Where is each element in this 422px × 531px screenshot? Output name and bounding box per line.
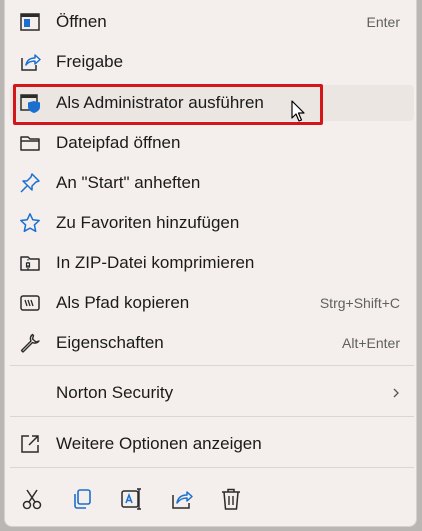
menu-item-share[interactable]: Freigabe <box>10 44 414 80</box>
menu-item-label: Als Pfad kopieren <box>56 293 190 312</box>
mouse-cursor-icon <box>291 100 305 122</box>
rename-button[interactable] <box>118 485 146 513</box>
menu-separator <box>10 365 414 366</box>
context-menu: Öffnen Enter Freigabe Als Administrator … <box>4 0 417 527</box>
menu-item-open-file-location[interactable]: Dateipfad öffnen <box>10 125 414 161</box>
menu-item-shortcut: Alt+Enter <box>342 335 400 351</box>
share-icon <box>21 54 41 71</box>
copy-path-icon <box>20 295 40 311</box>
rename-icon <box>121 488 141 510</box>
external-link-icon <box>21 435 39 453</box>
cut-icon <box>22 489 42 510</box>
annotation-highlight-box <box>13 84 323 125</box>
menu-item-label: Dateipfad öffnen <box>56 133 181 152</box>
menu-item-shortcut: Enter <box>366 14 400 30</box>
menu-item-open[interactable]: Öffnen Enter <box>10 4 414 40</box>
menu-item-copy-as-path[interactable]: Als Pfad kopieren Strg+Shift+C <box>10 285 414 321</box>
share-button[interactable] <box>168 485 196 513</box>
menu-item-label: Zu Favoriten hinzufügen <box>56 213 240 232</box>
menu-separator <box>10 416 414 417</box>
zip-folder-icon <box>20 256 40 271</box>
menu-item-pin-to-start[interactable]: An "Start" anheften <box>10 165 414 201</box>
open-window-icon <box>20 13 40 31</box>
star-icon <box>20 213 40 233</box>
menu-item-label: Öffnen <box>56 12 107 31</box>
menu-item-label: Freigabe <box>56 52 124 71</box>
menu-item-compress-to-zip[interactable]: In ZIP-Datei komprimieren <box>10 245 414 281</box>
menu-item-label: In ZIP-Datei komprimieren <box>56 253 255 272</box>
delete-icon <box>222 488 240 510</box>
menu-item-label: An "Start" anheften <box>56 173 201 192</box>
share-icon <box>172 491 193 509</box>
menu-item-show-more-options[interactable]: Weitere Optionen anzeigen <box>10 426 414 462</box>
menu-item-label: Weitere Optionen anzeigen <box>56 434 262 453</box>
folder-icon <box>20 136 40 151</box>
menu-item-add-to-favorites[interactable]: Zu Favoriten hinzufügen <box>10 205 414 241</box>
cut-button[interactable] <box>18 485 46 513</box>
menu-item-properties[interactable]: Eigenschaften Alt+Enter <box>10 325 414 361</box>
chevron-right-icon <box>393 388 399 398</box>
wrench-icon <box>20 333 40 353</box>
menu-item-shortcut: Strg+Shift+C <box>319 295 400 311</box>
menu-item-label: Norton Security <box>56 383 174 402</box>
menu-item-norton-security[interactable]: Norton Security <box>10 375 414 411</box>
delete-button[interactable] <box>217 485 245 513</box>
menu-separator <box>10 467 414 468</box>
copy-button[interactable] <box>68 485 96 513</box>
copy-icon <box>74 489 91 509</box>
pin-icon <box>20 173 40 193</box>
menu-item-label: Eigenschaften <box>56 333 164 352</box>
